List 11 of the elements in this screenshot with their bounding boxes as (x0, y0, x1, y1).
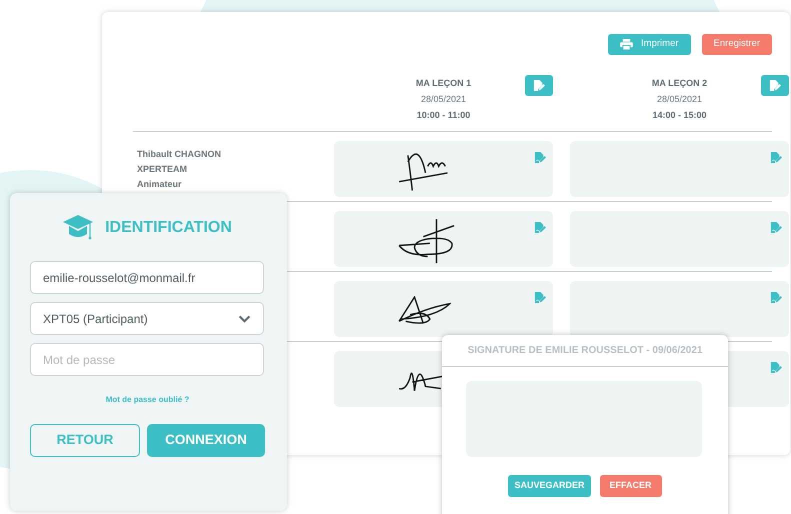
login-title: IDENTIFICATION (105, 218, 232, 238)
lesson-title: MA LEÇON 2 (652, 78, 708, 88)
lesson-title: MA LEÇON 1 (416, 78, 472, 88)
lesson-time: 14:00 - 15:00 (652, 110, 707, 120)
participant-info: Animateur (137, 178, 183, 191)
lesson-date: 28/05/2021 (420, 93, 468, 106)
participant-info: XPERTEAM (137, 163, 188, 176)
lesson-time: 10:00 - 11:00 (416, 110, 470, 120)
participant-info: Thibault CHAGNON (137, 148, 222, 161)
lesson-date: 28/05/2021 (656, 93, 704, 106)
dialog-title: SIGNATURE DE EMILIE ROUSSELOT - 09/06/2021 (442, 335, 728, 367)
